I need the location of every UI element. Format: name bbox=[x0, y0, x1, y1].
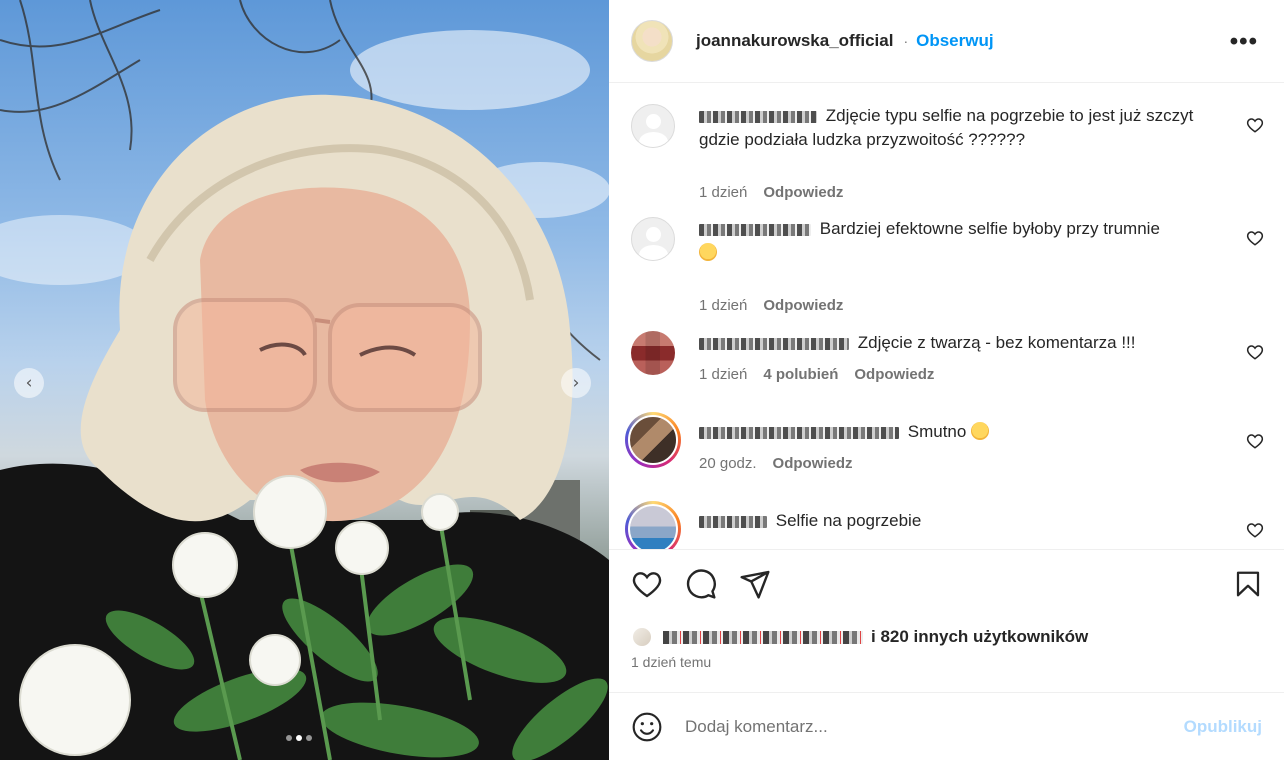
default-avatar-icon[interactable] bbox=[631, 217, 675, 261]
comment-text: Selfie na pogrzebie bbox=[775, 511, 922, 530]
carousel-prev-button[interactable]: ‹ bbox=[14, 368, 44, 398]
comment-body: Smutno bbox=[699, 420, 1227, 444]
comment-meta: 20 godz. Odpowiedz bbox=[699, 455, 853, 472]
comment-meta: 1 dzień Odpowiedz bbox=[699, 184, 843, 201]
comment-time: 1 dzień bbox=[699, 366, 748, 383]
comment-input[interactable] bbox=[685, 716, 1145, 737]
pixelated-avatar-icon[interactable] bbox=[631, 331, 675, 375]
comment-composer: Opublikuj bbox=[609, 692, 1284, 760]
comment-username-redacted[interactable] bbox=[699, 515, 767, 528]
publish-button[interactable]: Opublikuj bbox=[1184, 717, 1262, 737]
comment-body: Selfie na pogrzebie bbox=[699, 509, 1227, 533]
comment-username-redacted[interactable] bbox=[699, 337, 849, 350]
bookmark-icon[interactable] bbox=[1233, 568, 1263, 600]
comment-body: Zdjęcie typu selfie na pogrzebie to jest… bbox=[699, 104, 1227, 152]
post-header: joannakurowska_official · Obserwuj ••• bbox=[609, 0, 1284, 83]
likes-summary[interactable]: i 820 innych użytkowników bbox=[631, 626, 1088, 648]
comments-list[interactable]: Zdjęcie typu selfie na pogrzebie to jest… bbox=[609, 84, 1284, 549]
story-ring-avatar[interactable] bbox=[625, 412, 681, 468]
comment-time: 1 dzień bbox=[699, 184, 748, 201]
reply-button[interactable]: Odpowiedz bbox=[773, 455, 853, 472]
carousel-next-button[interactable]: › bbox=[561, 368, 591, 398]
laughing-emoji-icon bbox=[699, 243, 717, 261]
carousel-dot bbox=[286, 735, 292, 741]
emoji-picker-icon[interactable] bbox=[631, 711, 663, 743]
heart-icon[interactable] bbox=[1246, 229, 1264, 247]
liker-username-redacted[interactable] bbox=[663, 630, 863, 644]
comment-bubble-icon[interactable] bbox=[685, 568, 717, 600]
comment-body: Zdjęcie z twarzą - bez komentarza !!! bbox=[699, 331, 1227, 355]
carousel-indicator bbox=[286, 735, 312, 741]
more-options-icon[interactable]: ••• bbox=[1230, 28, 1258, 56]
comment-meta: 1 dzień 4 polubień Odpowiedz bbox=[699, 366, 934, 383]
post-side-panel: joannakurowska_official · Obserwuj ••• Z… bbox=[609, 0, 1284, 760]
share-send-icon[interactable] bbox=[739, 568, 771, 600]
comment-body: Bardziej efektowne selfie byłoby przy tr… bbox=[699, 217, 1227, 265]
story-ring-avatar[interactable] bbox=[625, 501, 681, 549]
comment-username-redacted[interactable] bbox=[699, 223, 811, 236]
flushed-emoji-icon bbox=[971, 422, 990, 440]
heart-icon[interactable] bbox=[1246, 116, 1264, 134]
comment-text: Zdjęcie z twarzą - bez komentarza !!! bbox=[857, 333, 1136, 352]
liker-avatar bbox=[631, 626, 653, 648]
comment-meta: 1 dzień Odpowiedz bbox=[699, 297, 843, 314]
author-username[interactable]: joannakurowska_official bbox=[696, 31, 893, 51]
like-heart-icon[interactable] bbox=[631, 568, 663, 600]
author-avatar[interactable] bbox=[631, 20, 673, 62]
carousel-dot-active bbox=[296, 735, 302, 741]
heart-icon[interactable] bbox=[1246, 521, 1264, 539]
carousel-dot bbox=[306, 735, 312, 741]
comment-text: Bardziej efektowne selfie byłoby przy tr… bbox=[819, 219, 1160, 238]
comment-time: 20 godz. bbox=[699, 455, 757, 472]
header-separator: · bbox=[903, 33, 909, 49]
photo-scene bbox=[0, 0, 609, 760]
comment-time: 1 dzień bbox=[699, 297, 748, 314]
comment-text: Smutno bbox=[907, 422, 967, 441]
post-actions-bar bbox=[609, 549, 1284, 599]
heart-icon[interactable] bbox=[1246, 343, 1264, 361]
likes-count-text[interactable]: i 820 innych użytkowników bbox=[871, 627, 1088, 647]
post-timestamp: 1 dzień temu bbox=[631, 654, 712, 670]
comment-username-redacted[interactable] bbox=[699, 426, 899, 439]
post-photo: ‹ › bbox=[0, 0, 609, 760]
reply-button[interactable]: Odpowiedz bbox=[763, 297, 843, 314]
follow-button[interactable]: Obserwuj bbox=[916, 31, 993, 51]
default-avatar-icon[interactable] bbox=[631, 104, 675, 148]
reply-button[interactable]: Odpowiedz bbox=[854, 366, 934, 383]
comment-username-redacted[interactable] bbox=[699, 110, 817, 123]
heart-icon[interactable] bbox=[1246, 432, 1264, 450]
comment-likes-link[interactable]: 4 polubień bbox=[763, 366, 838, 383]
reply-button[interactable]: Odpowiedz bbox=[763, 184, 843, 201]
